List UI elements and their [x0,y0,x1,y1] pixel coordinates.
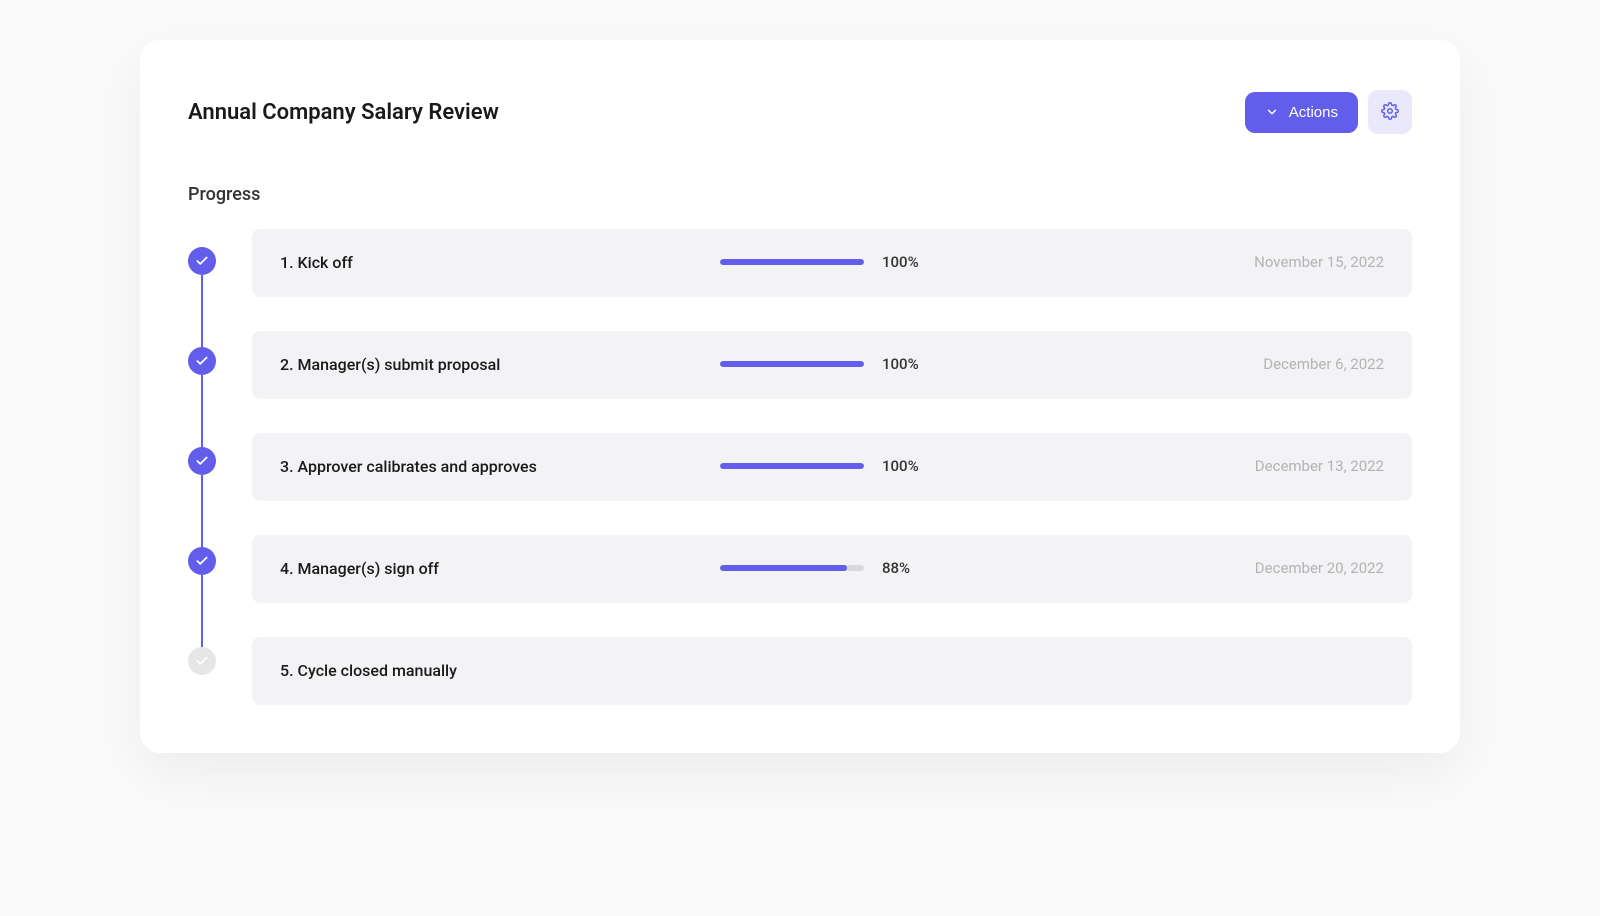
timeline-dot [188,347,216,375]
progress-percent: 100% [882,355,919,373]
salary-review-card: Annual Company Salary Review Actions Pro… [140,40,1460,753]
gear-icon [1381,102,1399,123]
timeline-connector [201,575,203,647]
progress-section: 100% [720,253,980,271]
step-row[interactable]: 5. Cycle closed manually [252,637,1412,703]
card-header: Annual Company Salary Review Actions [188,90,1412,134]
check-icon [195,454,209,468]
check-icon [195,654,209,668]
chevron-down-icon [1265,105,1279,119]
progress-bar [720,463,864,469]
progress-section: 88% [720,559,980,577]
timeline-dot [188,247,216,275]
progress-bar [720,259,864,265]
progress-fill [720,463,864,469]
step-row[interactable]: 1. Kick off 100% November 15, 2022 [252,229,1412,295]
timeline-dot [188,647,216,675]
step-row[interactable]: 2. Manager(s) submit proposal 100% Decembe… [252,331,1412,397]
timeline-dot [188,547,216,575]
step-date: December 20, 2022 [1255,559,1384,577]
progress-list: 1. Kick off 100% November 15, 2022 2. Manag… [188,229,1412,703]
progress-fill [720,361,864,367]
timeline-connector [201,375,203,447]
check-icon [195,354,209,368]
timeline-connector [201,475,203,547]
settings-button[interactable] [1368,90,1412,134]
step-date: November 15, 2022 [1254,253,1384,271]
progress-fill [720,565,847,571]
progress-section: 100% [720,355,980,373]
progress-section: 100% [720,457,980,475]
step-label: 1. Kick off [280,253,720,272]
page-title: Annual Company Salary Review [188,100,499,125]
check-icon [195,554,209,568]
progress-percent: 100% [882,457,919,475]
header-actions: Actions [1245,90,1412,134]
actions-button[interactable]: Actions [1245,92,1358,133]
step-date: December 13, 2022 [1255,457,1384,475]
actions-button-label: Actions [1289,104,1338,121]
step-row[interactable]: 4. Manager(s) sign off 88% December 20, 20… [252,535,1412,601]
progress-percent: 88% [882,559,910,577]
progress-bar [720,361,864,367]
timeline-dot [188,447,216,475]
step-label: 4. Manager(s) sign off [280,559,720,578]
step-label: 3. Approver calibrates and approves [280,457,720,476]
timeline-connector [201,275,203,347]
section-title: Progress [188,184,1412,205]
step-label: 2. Manager(s) submit proposal [280,355,720,374]
progress-bar [720,565,864,571]
timeline [188,229,216,703]
step-label: 5. Cycle closed manually [280,661,720,680]
progress-fill [720,259,864,265]
check-icon [195,254,209,268]
steps-container: 1. Kick off 100% November 15, 2022 2. Manag… [252,229,1412,703]
step-date: December 6, 2022 [1263,355,1384,373]
progress-percent: 100% [882,253,919,271]
step-row[interactable]: 3. Approver calibrates and approves 100% D… [252,433,1412,499]
